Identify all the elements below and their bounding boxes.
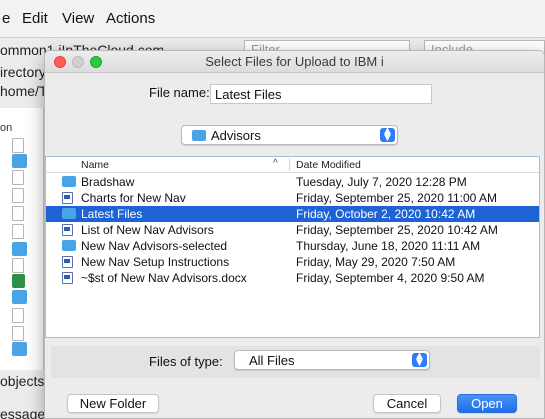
folder-selector-label: Advisors <box>211 128 261 143</box>
open-button[interactable]: Open <box>457 394 517 413</box>
menu-actions[interactable]: Actions <box>106 10 155 27</box>
file-name: List of New Nav Advisors <box>81 223 214 237</box>
file-date-modified: Friday, September 25, 2020 10:42 AM <box>296 223 498 237</box>
file-name: ~$st of New Nav Advisors.docx <box>81 271 247 285</box>
column-divider[interactable] <box>289 158 290 171</box>
file-name: Charts for New Nav <box>81 191 186 205</box>
file-name: Bradshaw <box>81 175 135 189</box>
folder-icon <box>12 154 27 168</box>
sort-ascending-icon: ^ <box>273 158 278 169</box>
word-doc-icon <box>62 272 73 284</box>
files-of-type-selector[interactable]: All Files ▲ ▼ <box>234 350 430 370</box>
file-date-modified: Friday, October 2, 2020 10:42 AM <box>296 207 476 221</box>
file-date-modified: Friday, May 29, 2020 7:50 AM <box>296 255 456 269</box>
menu-edit[interactable]: Edit <box>22 10 48 27</box>
dialog-titlebar[interactable]: Select Files for Upload to IBM i <box>45 51 544 73</box>
document-icon <box>12 308 24 323</box>
word-doc-icon <box>62 192 73 204</box>
background-column-header: on <box>0 122 13 134</box>
document-icon <box>12 188 24 203</box>
file-name: Latest Files <box>81 207 143 221</box>
file-name-label: File name: <box>149 85 210 100</box>
document-icon <box>12 138 24 153</box>
folder-icon <box>12 242 27 256</box>
file-list-header: Name ^ Date Modified <box>46 157 539 173</box>
document-icon <box>12 170 24 185</box>
background-home-path[interactable]: home/T <box>0 83 47 99</box>
column-header-name[interactable]: Name <box>81 159 109 171</box>
document-icon <box>12 326 24 341</box>
select-files-dialog: Select Files for Upload to IBM i File na… <box>44 50 545 419</box>
word-doc-icon <box>62 224 73 236</box>
chevron-updown-icon: ▲ ▼ <box>380 127 395 143</box>
cancel-button[interactable]: Cancel <box>373 394 441 413</box>
file-name: New Nav Setup Instructions <box>81 255 230 269</box>
file-row[interactable]: Charts for New Nav Friday, September 25, … <box>46 190 539 206</box>
column-header-date-modified[interactable]: Date Modified <box>296 159 361 171</box>
file-list[interactable]: Name ^ Date Modified Bradshaw Tuesday, Ju… <box>45 156 540 338</box>
document-icon <box>12 206 24 221</box>
file-row[interactable]: Latest Files Friday, October 2, 2020 10:4… <box>46 206 539 222</box>
folder-icon <box>12 290 27 304</box>
files-of-type-value: All Files <box>249 353 295 368</box>
file-row[interactable]: New Nav Advisors-selected Thursday, June … <box>46 238 539 254</box>
spreadsheet-icon <box>12 274 25 288</box>
background-objects-label: objects <box>0 373 45 389</box>
file-date-modified: Friday, September 4, 2020 9:50 AM <box>296 271 485 285</box>
background-file-panel: on <box>0 108 44 370</box>
file-date-modified: Friday, September 25, 2020 11:00 AM <box>296 191 498 205</box>
file-row[interactable]: New Nav Setup Instructions Friday, May 29… <box>46 254 539 270</box>
background-directory-label: irectory <box>0 64 46 80</box>
file-name: New Nav Advisors-selected <box>81 239 228 253</box>
files-of-type-label: Files of type: <box>149 354 223 369</box>
file-date-modified: Tuesday, July 7, 2020 12:28 PM <box>296 175 467 189</box>
file-row[interactable]: ~$st of New Nav Advisors.docx Friday, Sep… <box>46 270 539 286</box>
menu-view[interactable]: View <box>62 10 94 27</box>
document-icon <box>12 258 24 273</box>
folder-icon <box>62 240 76 251</box>
dialog-title: Select Files for Upload to IBM i <box>205 54 384 69</box>
folder-icon <box>62 176 76 187</box>
menu-file[interactable]: e <box>2 10 10 27</box>
folder-icon <box>192 130 206 141</box>
word-doc-icon <box>62 256 73 268</box>
folder-icon <box>12 342 27 356</box>
document-icon <box>12 224 24 239</box>
chevron-updown-icon: ▲ ▼ <box>412 352 427 368</box>
folder-icon <box>62 208 76 219</box>
file-row[interactable]: List of New Nav Advisors Friday, Septembe… <box>46 222 539 238</box>
background-menubar: e Edit View Actions <box>0 0 545 38</box>
folder-selector[interactable]: Advisors ▲ ▼ <box>181 125 398 145</box>
new-folder-button[interactable]: New Folder <box>67 394 159 413</box>
file-name-input[interactable] <box>210 84 432 104</box>
file-date-modified: Thursday, June 18, 2020 11:11 AM <box>296 239 481 253</box>
file-row[interactable]: Bradshaw Tuesday, July 7, 2020 12:28 PM <box>46 174 539 190</box>
